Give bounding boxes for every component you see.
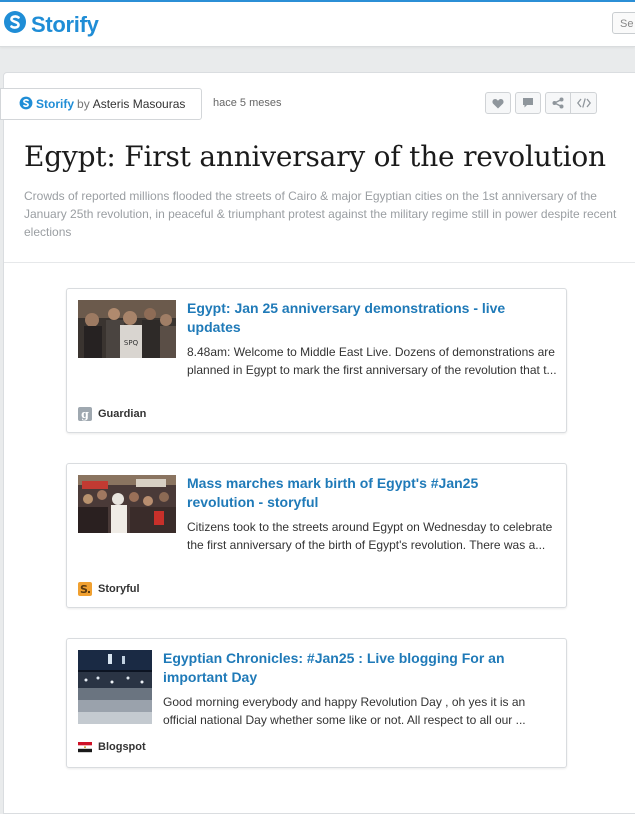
egypt-flag-favicon-icon bbox=[78, 742, 92, 753]
story-byline[interactable]: Storify by Asteris Masouras bbox=[0, 88, 202, 120]
story-timestamp: hace 5 meses bbox=[213, 97, 282, 109]
card-title-link[interactable]: Egypt: Jan 25 anniversary demonstrations… bbox=[187, 299, 547, 337]
guardian-favicon-icon: g bbox=[78, 407, 92, 421]
card-excerpt: Citizens took to the streets around Egyp… bbox=[78, 518, 560, 554]
card-source-name: Blogspot bbox=[98, 741, 146, 753]
card-excerpt-text: 8.48am: Welcome to Middle East Live. Doz… bbox=[187, 345, 557, 377]
card-thumbnail-image[interactable] bbox=[78, 650, 152, 724]
card-excerpt: Good morning everybody and happy Revolut… bbox=[163, 695, 526, 727]
story-title: Egypt: First anniversary of the revoluti… bbox=[24, 140, 606, 173]
card-excerpt-text: Citizens took to the streets around Egyp… bbox=[187, 520, 553, 552]
story-element-card[interactable]: Egyptian Chronicles: #Jan25 : Live blogg… bbox=[66, 638, 567, 768]
search-input[interactable]: Se bbox=[612, 12, 635, 34]
top-bar: Storify Se bbox=[0, 0, 635, 47]
heart-icon bbox=[492, 98, 504, 108]
card-source-name: Guardian bbox=[98, 408, 147, 420]
card-source-name: Storyful bbox=[98, 583, 140, 595]
storify-wordmark: Storify bbox=[31, 11, 99, 37]
svg-text:g: g bbox=[81, 408, 89, 421]
story-element-card[interactable]: SPQ Egypt: Jan 25 anniversary demonstrat… bbox=[66, 288, 567, 433]
byline-brand: Storify bbox=[36, 97, 75, 111]
like-button[interactable] bbox=[485, 92, 511, 114]
byline-by: by bbox=[77, 97, 90, 111]
comment-icon bbox=[523, 98, 533, 108]
story-element-card[interactable]: Mass marches mark birth of Egypt's #Jan2… bbox=[66, 463, 567, 608]
storify-s-logo-icon bbox=[3, 10, 27, 39]
top-accent-line bbox=[0, 0, 635, 2]
embed-icon bbox=[576, 98, 591, 108]
story-description: Crowds of reported millions flooded the … bbox=[24, 189, 617, 239]
share-button[interactable] bbox=[545, 92, 571, 114]
card-title-link[interactable]: Egyptian Chronicles: #Jan25 : Live blogg… bbox=[163, 649, 543, 687]
card-source[interactable]: S Storyful bbox=[78, 582, 140, 596]
storify-logo[interactable]: Storify bbox=[3, 10, 99, 39]
storyful-favicon-icon: S bbox=[78, 582, 92, 596]
svg-text:S: S bbox=[80, 583, 88, 596]
author-link[interactable]: Asteris Masouras bbox=[93, 97, 186, 111]
share-icon bbox=[552, 97, 564, 109]
card-title-link[interactable]: Mass marches mark birth of Egypt's #Jan2… bbox=[187, 474, 547, 512]
header-divider bbox=[4, 262, 635, 263]
comment-button[interactable] bbox=[515, 92, 541, 114]
card-source[interactable]: g Guardian bbox=[78, 407, 146, 421]
card-excerpt: 8.48am: Welcome to Middle East Live. Doz… bbox=[78, 343, 560, 379]
card-source[interactable]: Blogspot bbox=[78, 740, 146, 754]
storify-mini-logo-icon bbox=[19, 96, 33, 113]
embed-button[interactable] bbox=[571, 92, 597, 114]
story-actions bbox=[485, 92, 601, 114]
